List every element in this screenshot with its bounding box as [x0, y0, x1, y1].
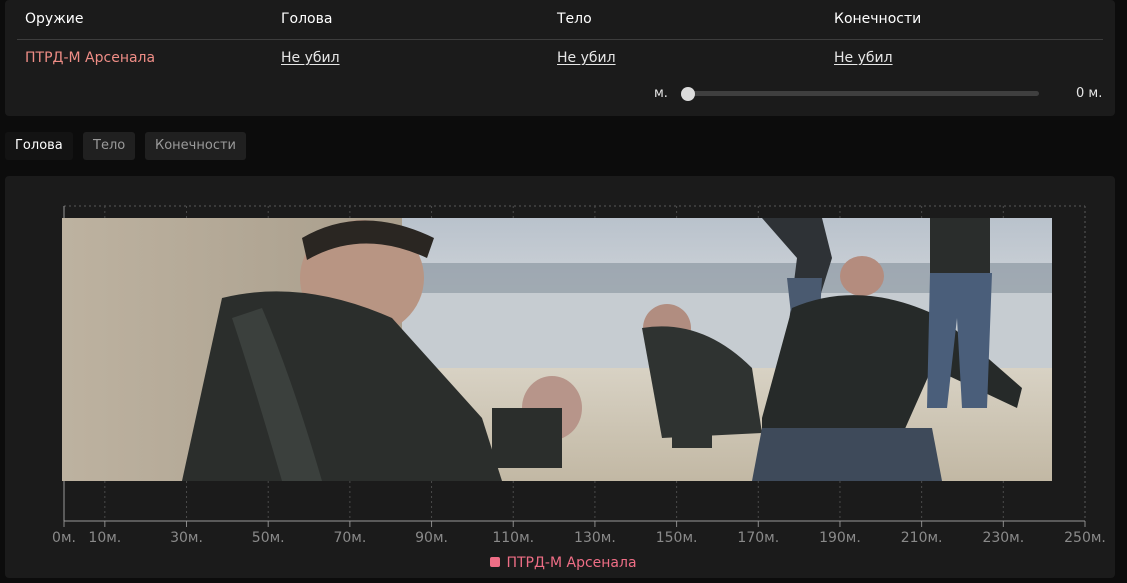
meme-photo-svg [62, 218, 1052, 481]
x-tick-label: 250м. [1064, 530, 1106, 546]
x-tick-label: 230м. [982, 530, 1024, 546]
x-tick-label: 90м. [415, 530, 448, 546]
meme-photo [62, 218, 1052, 481]
x-tick-label: 70м. [333, 530, 366, 546]
legend-series-label: ПТРД-М Арсенала [506, 555, 637, 571]
x-tick-label: 210м. [901, 530, 943, 546]
x-tick-label: 110м. [492, 530, 534, 546]
x-tick-label: 10м. [88, 530, 121, 546]
x-tick-label: 30м. [170, 530, 203, 546]
x-tick-label: 150м. [656, 530, 698, 546]
x-tick-label: 170м. [737, 530, 779, 546]
x-tick-label: 0м. [52, 530, 76, 546]
x-tick-label: 50м. [252, 530, 285, 546]
legend-swatch [490, 557, 501, 567]
chart-legend[interactable]: ПТРД-М Арсенала [0, 555, 1127, 571]
x-tick-label: 130м. [574, 530, 616, 546]
x-tick-label: 190м. [819, 530, 861, 546]
